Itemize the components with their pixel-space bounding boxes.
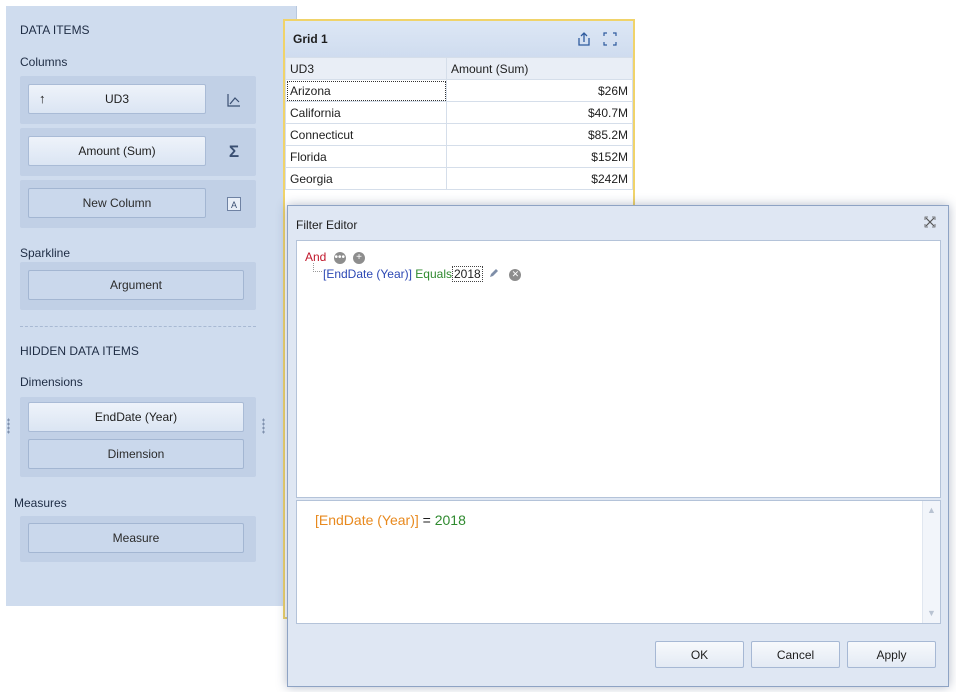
table-row[interactable]: Florida $152M: [285, 145, 633, 168]
table-row[interactable]: Connecticut $85.2M: [285, 123, 633, 146]
dimension-empty-button[interactable]: Dimension: [28, 439, 244, 469]
table-cell[interactable]: $85.2M: [446, 123, 633, 146]
new-column-label: New Column: [82, 196, 152, 210]
table-cell[interactable]: Florida: [285, 145, 447, 168]
filter-expression-editor[interactable]: [EndDate (Year)] = 2018 ▲ ▼: [296, 500, 941, 624]
table-cell[interactable]: Connecticut: [285, 123, 447, 146]
add-condition-icon[interactable]: +: [353, 251, 366, 264]
column-amount-label: Amount (Sum): [78, 144, 156, 158]
close-icon[interactable]: [922, 214, 938, 230]
grid-header-row: UD3 Amount (Sum): [285, 57, 633, 80]
sparkline-group: Argument: [20, 262, 256, 310]
expression-operator: =: [422, 512, 431, 528]
dimension-empty-label: Dimension: [107, 447, 165, 461]
right-resize-grip[interactable]: [262, 418, 265, 434]
hidden-data-items-title: HIDDEN DATA ITEMS: [20, 344, 139, 358]
grid-table: UD3 Amount (Sum) Arizona $26M California…: [285, 57, 633, 190]
section-divider: [20, 326, 256, 327]
table-cell[interactable]: California: [285, 101, 447, 124]
sigma-icon[interactable]: Σ: [224, 142, 244, 162]
measure-label: Measure: [112, 531, 160, 545]
measure-button[interactable]: Measure: [28, 523, 244, 553]
table-cell[interactable]: Georgia: [285, 167, 447, 190]
table-row[interactable]: Georgia $242M: [285, 167, 633, 190]
sparkline-chart-icon[interactable]: [224, 90, 244, 110]
data-items-title: DATA ITEMS: [20, 23, 90, 37]
condition-field[interactable]: [EndDate (Year)]: [323, 267, 412, 281]
filter-editor-dialog: Filter Editor And ••• + [EndDate (Year)]…: [287, 205, 949, 687]
expression-scrollbar[interactable]: ▲ ▼: [922, 501, 940, 623]
group-node: And ••• +: [305, 250, 366, 264]
grid-column-header[interactable]: UD3: [285, 57, 447, 80]
table-cell[interactable]: $152M: [446, 145, 633, 168]
table-row[interactable]: California $40.7M: [285, 101, 633, 124]
grid-column-header[interactable]: Amount (Sum): [446, 57, 633, 80]
dialog-footer: OK Cancel Apply: [296, 624, 941, 680]
new-column-button[interactable]: New Column: [28, 188, 206, 218]
column-group-ud3: ↑ UD3: [20, 76, 256, 124]
measures-group: Measure: [20, 516, 256, 562]
table-cell[interactable]: $242M: [446, 167, 633, 190]
column-ud3-button[interactable]: ↑ UD3: [28, 84, 206, 114]
table-cell[interactable]: Arizona: [285, 79, 447, 102]
group-operator[interactable]: And: [305, 250, 326, 264]
scroll-down-icon[interactable]: ▼: [926, 608, 937, 619]
dimensions-label: Dimensions: [20, 375, 83, 389]
expression-field: [EndDate (Year)]: [315, 512, 419, 528]
maximize-icon[interactable]: [601, 30, 619, 48]
dimension-enddate-label: EndDate (Year): [94, 410, 178, 424]
apply-button[interactable]: Apply: [847, 641, 936, 668]
columns-label: Columns: [20, 55, 68, 69]
dimensions-group: EndDate (Year) Dimension: [20, 397, 256, 477]
sparkline-label: Sparkline: [20, 246, 71, 260]
dialog-title: Filter Editor: [296, 218, 358, 232]
ok-button[interactable]: OK: [655, 641, 744, 668]
text-a-icon[interactable]: A: [224, 194, 244, 214]
condition-operator[interactable]: Equals: [415, 267, 452, 281]
table-cell[interactable]: $26M: [446, 79, 633, 102]
sort-ascending-icon[interactable]: ↑: [39, 91, 46, 106]
more-options-icon[interactable]: •••: [333, 251, 346, 264]
edit-value-icon[interactable]: [488, 267, 500, 282]
column-group-new: New Column A: [20, 180, 256, 228]
measures-label: Measures: [14, 496, 67, 510]
argument-label: Argument: [109, 278, 163, 292]
expression-value: 2018: [434, 512, 466, 528]
svg-text:A: A: [231, 200, 237, 210]
remove-condition-icon[interactable]: ✕: [509, 268, 522, 281]
data-items-panel: DATA ITEMS Columns ↑ UD3 Amount (Sum) Σ …: [6, 6, 297, 606]
expression-text: [EndDate (Year)] = 2018: [315, 512, 466, 528]
scroll-up-icon[interactable]: ▲: [926, 505, 937, 516]
filter-tree[interactable]: And ••• + [EndDate (Year)] Equals 2018 ✕: [296, 240, 941, 498]
table-cell[interactable]: $40.7M: [446, 101, 633, 124]
column-ud3-label: UD3: [104, 92, 129, 106]
argument-button[interactable]: Argument: [28, 270, 244, 300]
dimension-enddate-button[interactable]: EndDate (Year): [28, 402, 244, 432]
grid-header: Grid 1: [285, 21, 633, 57]
left-resize-grip[interactable]: [7, 418, 10, 434]
table-row[interactable]: Arizona $26M: [285, 79, 633, 102]
column-amount-button[interactable]: Amount (Sum): [28, 136, 206, 166]
cancel-button[interactable]: Cancel: [751, 641, 840, 668]
export-icon[interactable]: [575, 30, 593, 48]
grid-title: Grid 1: [293, 32, 328, 46]
condition-value[interactable]: 2018: [452, 266, 483, 282]
tree-connector: [313, 263, 322, 272]
column-group-amount: Amount (Sum) Σ: [20, 128, 256, 176]
condition-node: [EndDate (Year)] Equals 2018 ✕: [323, 266, 522, 282]
